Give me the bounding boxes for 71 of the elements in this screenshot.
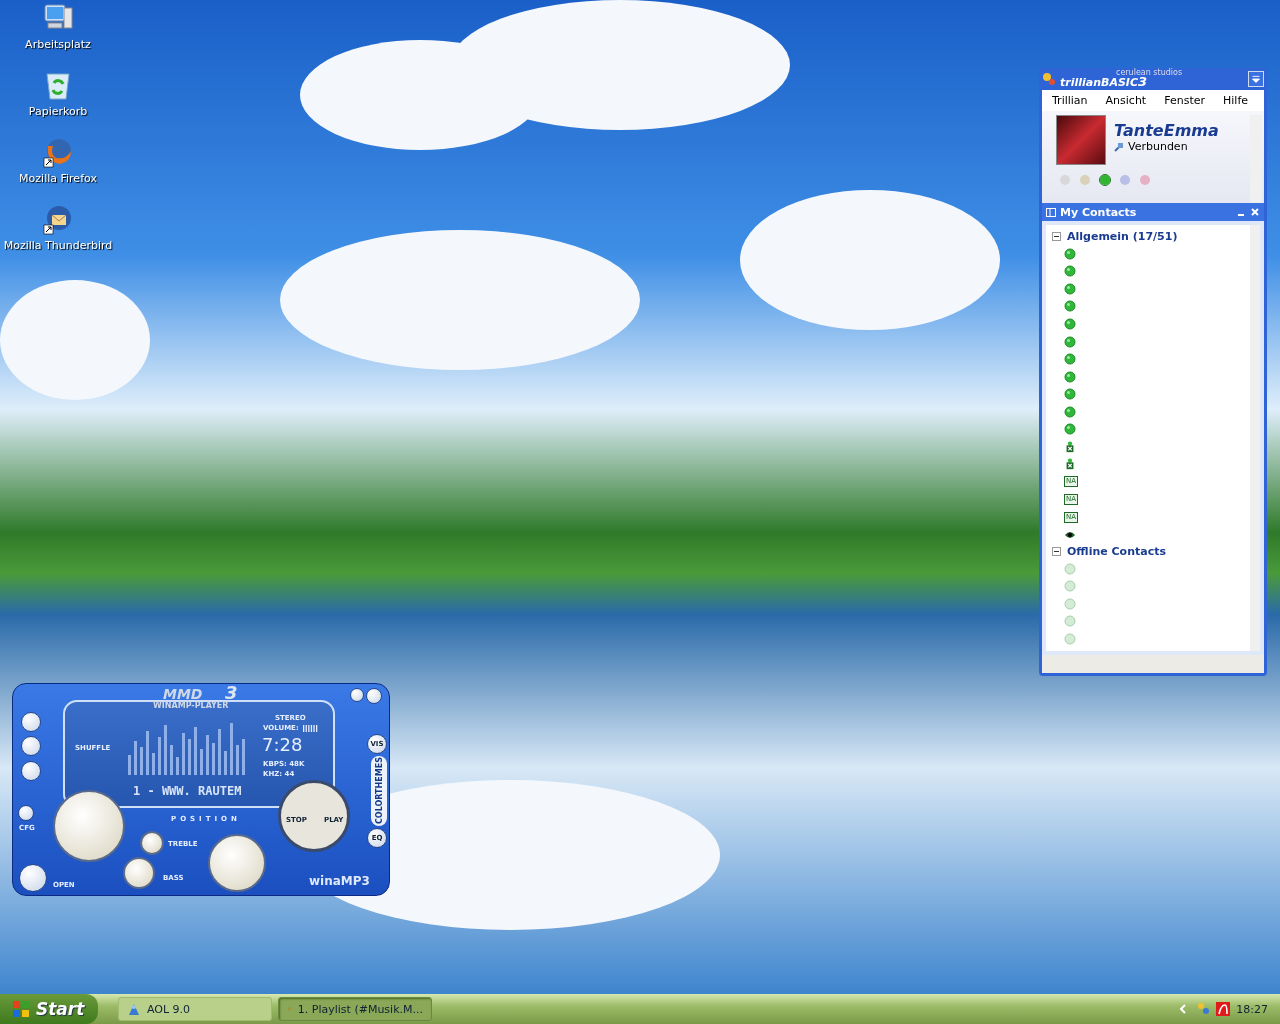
avatar-image	[1056, 115, 1106, 165]
toggle-button[interactable]	[21, 761, 41, 781]
online-status-icon	[1064, 423, 1076, 436]
desktop-icon-label[interactable]: Mozilla Firefox	[19, 172, 97, 185]
online-status-icon	[1064, 335, 1076, 348]
connection-status: Verbunden	[1128, 140, 1188, 153]
group-label[interactable]: Offline Contacts	[1067, 545, 1166, 559]
close-button[interactable]	[366, 688, 382, 704]
scrollbar[interactable]	[1250, 225, 1260, 651]
app-logo: trillianBASIC3	[1060, 74, 1148, 89]
repeat-button[interactable]	[21, 712, 41, 732]
status-button[interactable]	[1100, 175, 1110, 185]
colorthemes-tab[interactable]: COLORTHEMES	[371, 756, 387, 826]
profile-name: TanteEmma	[1114, 121, 1219, 140]
online-status-icon	[1064, 353, 1076, 366]
bubbles-logo-icon	[1042, 72, 1056, 86]
online-status-icon	[1064, 405, 1076, 418]
windows-flag-icon	[12, 1000, 30, 1018]
collapse-icon[interactable]	[1052, 547, 1061, 557]
player-brand: winaMP3	[309, 874, 370, 888]
people-icon[interactable]	[1196, 1002, 1211, 1016]
offline-status-icon	[1064, 580, 1076, 593]
bird-envelope-icon	[42, 203, 74, 235]
online-status-icon	[1064, 300, 1076, 313]
taskbar-button[interactable]: AOL 9.0	[118, 997, 272, 1021]
shuffle-button[interactable]	[21, 736, 41, 756]
menu-item[interactable]: Trillian	[1052, 94, 1088, 107]
desktop-icon-label[interactable]: Arbeitsplatz	[25, 38, 91, 51]
time-display: 7:28	[262, 734, 303, 755]
menu-item[interactable]: Hilfe	[1223, 94, 1249, 107]
umbrella-logo-icon[interactable]	[1216, 1002, 1231, 1016]
globe-fox-icon	[42, 136, 74, 168]
online-status-icon	[1064, 247, 1076, 260]
offline-status-icon	[1064, 597, 1076, 610]
close-icon[interactable]	[1250, 207, 1260, 217]
panel-icon	[1046, 207, 1056, 217]
online-status-icon	[1064, 388, 1076, 401]
menu-item[interactable]: Ansicht	[1105, 94, 1147, 107]
eject-button[interactable]	[19, 864, 47, 892]
menu-item[interactable]: Fenster	[1164, 94, 1205, 107]
volume-knob[interactable]	[208, 834, 266, 892]
offline-status-icon	[1064, 562, 1076, 575]
config-button[interactable]	[18, 805, 34, 821]
desktop-icon-label[interactable]: Papierkorb	[28, 105, 88, 118]
panel-title: My Contacts	[1060, 205, 1137, 219]
collapse-icon[interactable]	[1052, 232, 1061, 242]
online-status-icon	[1064, 282, 1076, 295]
online-status-icon	[1064, 318, 1076, 330]
figure-icon	[127, 1002, 141, 1016]
player-logo-number: 3	[225, 682, 238, 703]
player-logo-subtitle: WINAMP-PLAYER	[153, 701, 229, 710]
song-title-marquee: 1 - WWW. RAUTEM	[133, 784, 242, 798]
offline-status-icon	[1064, 632, 1076, 645]
group-label[interactable]: Allgemein (17/51)	[1067, 230, 1178, 244]
online-status-icon	[1064, 370, 1076, 383]
volume-bars-icon	[303, 725, 319, 732]
scrollbar[interactable]	[1250, 115, 1262, 203]
plug-icon	[1114, 141, 1124, 152]
away-status-icon	[1064, 458, 1076, 471]
taskbar-button[interactable]: 1. Playlist (#Musik.M...	[278, 997, 432, 1021]
clock: 18:27	[1236, 1002, 1268, 1016]
bass-knob[interactable]	[123, 857, 155, 889]
offline-status-icon	[1064, 615, 1076, 628]
treble-knob[interactable]	[140, 831, 164, 855]
start-button[interactable]: Start	[0, 994, 98, 1024]
minimize-button[interactable]	[350, 688, 364, 702]
online-status-icon	[1064, 265, 1076, 278]
dropdown-icon[interactable]	[1248, 71, 1264, 87]
away-status-icon	[1064, 440, 1076, 453]
logo-subtitle: cerulean studios	[1116, 68, 1183, 77]
player-logo: MMD	[163, 686, 203, 702]
